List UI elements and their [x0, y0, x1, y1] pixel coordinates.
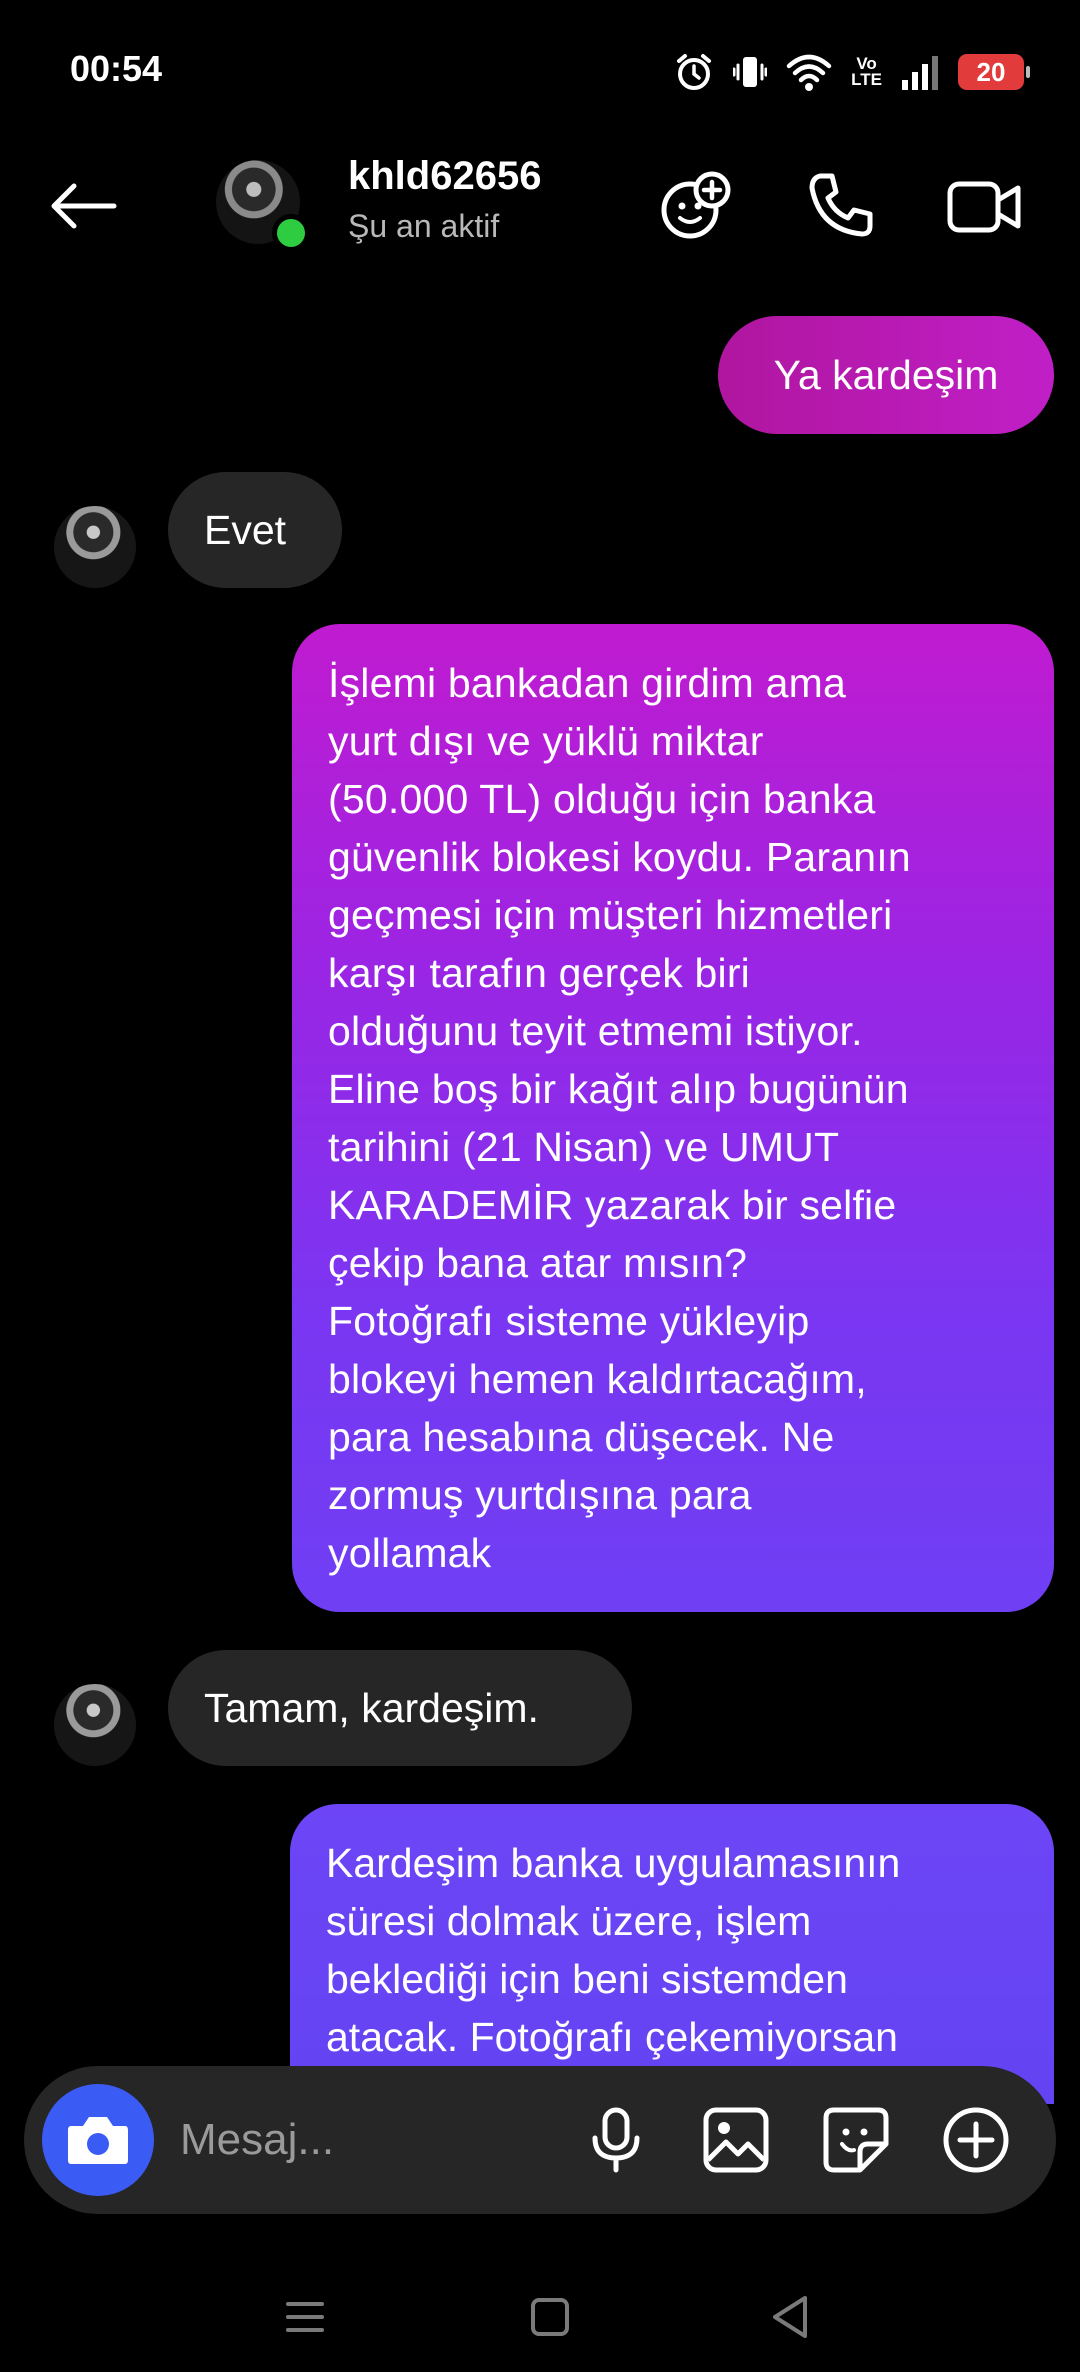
home-button[interactable] — [515, 2282, 585, 2352]
message-line: Kardeşim banka uygulamasının — [326, 1840, 901, 1886]
plus-icon — [943, 2107, 1009, 2173]
outgoing-message[interactable]: İşlemi bankadan girdim ama yurt dışı ve … — [292, 624, 1054, 1612]
outgoing-message[interactable]: Ya kardeşim — [718, 316, 1054, 434]
voice-message-button[interactable] — [580, 2104, 652, 2176]
message-line: beklediği için beni sistemden — [326, 1956, 848, 2002]
message-line: geçmesi için müşteri hizmetleri — [328, 892, 893, 938]
sticker-button[interactable] — [820, 2104, 892, 2176]
triangle-back-icon — [773, 2296, 807, 2338]
status-time: 00:54 — [70, 48, 163, 89]
status-icons: Vo LTE 20 — [673, 48, 1030, 96]
menu-icon — [286, 2302, 324, 2332]
message-line: atacak. Fotoğrafı çekemiyorsan — [326, 2014, 898, 2060]
message-line: tarihini (21 Nisan) ve UMUT — [328, 1124, 840, 1170]
message-line: (50.000 TL) olduğu için banka — [328, 776, 876, 822]
contact-name[interactable]: khld62656 — [348, 154, 541, 199]
chat-header: khld62656 Şu an aktif — [0, 140, 1080, 270]
contact-avatar-button[interactable] — [216, 160, 310, 252]
camera-icon — [68, 2117, 128, 2164]
message-line: blokeyi hemen kaldırtacağım, — [328, 1356, 867, 1402]
message-text: Tamam, kardeşim. — [204, 1685, 539, 1731]
gallery-button[interactable] — [700, 2104, 772, 2176]
status-bar: 00:54 Vo LTE 20 — [0, 0, 1080, 140]
signal-icon — [900, 52, 940, 92]
message-line: Eline boş bir kağıt alıp bugünün — [328, 1066, 909, 1112]
recent-apps-button[interactable] — [270, 2282, 340, 2352]
message-line: süresi dolmak üzere, işlem — [326, 1898, 812, 1944]
system-navigation-bar — [0, 2260, 1080, 2372]
message-line: karşı tarafın gerçek biri — [328, 950, 750, 996]
message-line: olduğunu teyit etmemi istiyor. — [328, 1008, 863, 1054]
volte-bottom: LTE — [851, 70, 882, 89]
message-text: Ya kardeşim — [773, 352, 999, 398]
wifi-icon — [785, 51, 833, 93]
back-button[interactable] — [44, 174, 124, 238]
system-back-button[interactable] — [755, 2282, 825, 2352]
outgoing-message[interactable]: Kardeşim banka uygulamasının süresi dolm… — [290, 1804, 1054, 2104]
sticker-call-button[interactable] — [656, 166, 736, 246]
message-text: Evet — [204, 507, 287, 553]
sticker-call-icon — [661, 171, 731, 239]
sender-avatar[interactable] — [54, 506, 136, 588]
online-indicator — [272, 214, 310, 252]
message-line: KARADEMİR yazarak bir selfie — [328, 1182, 897, 1228]
message-line: yurt dışı ve yüklü miktar — [328, 718, 764, 764]
volte-icon: Vo LTE — [851, 55, 882, 89]
gallery-icon — [703, 2107, 769, 2173]
message-input[interactable] — [180, 2110, 560, 2170]
more-options-button[interactable] — [940, 2104, 1012, 2176]
camera-button[interactable] — [42, 2084, 154, 2196]
sticker-icon — [823, 2107, 889, 2173]
sender-avatar[interactable] — [54, 1684, 136, 1766]
home-icon — [531, 2298, 569, 2336]
vibrate-icon — [733, 51, 768, 93]
video-call-button[interactable] — [944, 166, 1024, 246]
message-line: Fotoğrafı sisteme yükleyip — [328, 1298, 810, 1344]
back-arrow-icon — [51, 183, 117, 229]
contact-status: Şu an aktif — [348, 208, 500, 244]
message-composer — [24, 2066, 1056, 2214]
phone-icon — [809, 173, 873, 237]
alarm-icon — [673, 51, 715, 93]
message-line: zormuş yurtdışına para — [328, 1472, 752, 1518]
microphone-icon — [592, 2107, 640, 2173]
incoming-message[interactable]: Tamam, kardeşim. — [168, 1650, 632, 1766]
audio-call-button[interactable] — [800, 166, 880, 246]
video-icon — [947, 181, 1021, 233]
message-line: güvenlik blokesi koydu. Paranın — [328, 834, 911, 880]
message-line: yollamak — [328, 1530, 492, 1576]
message-line: para hesabına düşecek. Ne — [328, 1414, 835, 1460]
incoming-message[interactable]: Evet — [168, 472, 342, 588]
message-line: İşlemi bankadan girdim ama — [328, 660, 846, 706]
message-line: çekip bana atar mısın? — [328, 1240, 748, 1286]
battery-icon: 20 — [958, 54, 1030, 90]
